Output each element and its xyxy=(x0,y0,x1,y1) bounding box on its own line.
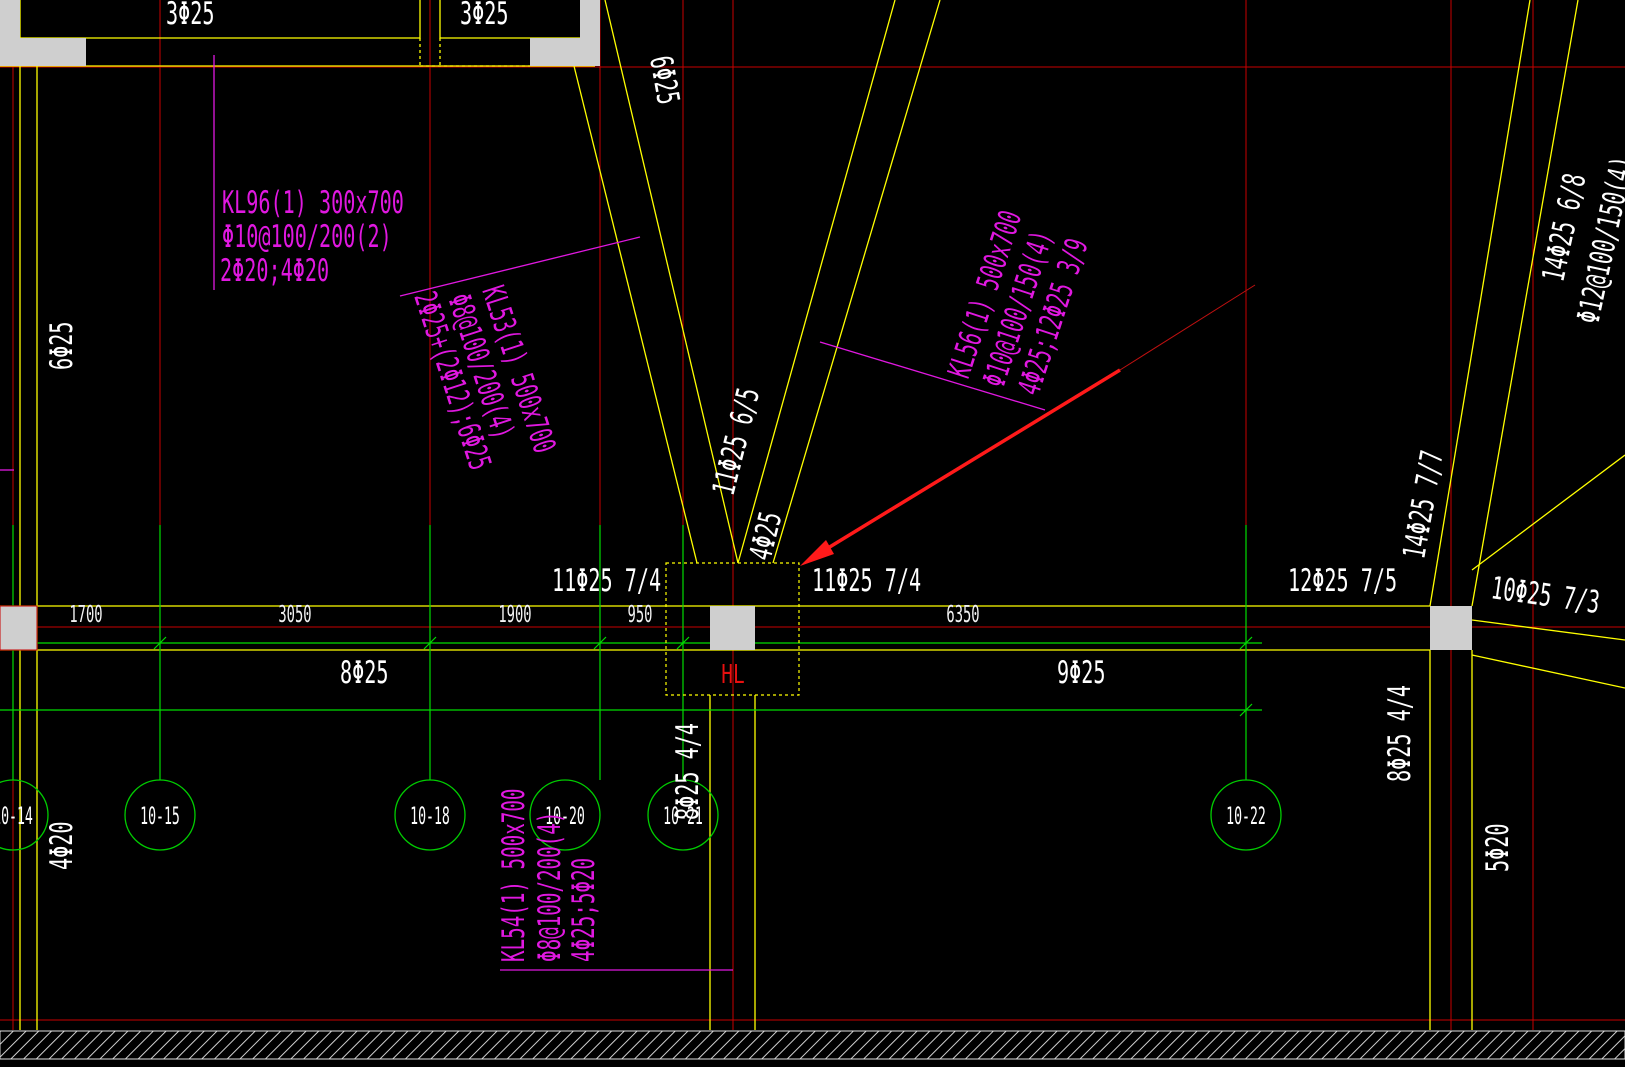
rebar-diag-middle: 11Φ25 6/5 xyxy=(707,385,768,499)
axis-label-10-22: 10-22 xyxy=(1226,802,1266,831)
column-top-left xyxy=(0,0,86,66)
kl54-line2: Φ8@100/200(4) xyxy=(532,812,568,962)
rebar-bottom-left: 8Φ25 xyxy=(340,656,388,692)
dimension-950: 950 xyxy=(628,601,653,628)
rebar-right-bottom: 5Φ20 xyxy=(1481,824,1517,872)
rebar-left-bottom: 4Φ20 xyxy=(45,822,81,870)
axis-label-10-15: 10-15 xyxy=(140,802,180,831)
dimension-3050: 3050 xyxy=(278,601,311,628)
rebar-beam-left: 11Φ25 7/4 xyxy=(552,564,661,600)
column-top-mid xyxy=(530,0,600,66)
axis-labels: 10-14 10-15 10-18 10-20 10-21 10-22 xyxy=(0,802,1266,831)
kl54-line1: KL54(1) 500x700 xyxy=(496,788,532,962)
ground-hatch xyxy=(0,1030,1625,1060)
column-right xyxy=(1430,606,1472,650)
kl96-line2: Φ10@100/200(2) xyxy=(222,220,392,256)
rebar-hl-below: 8Φ25 4/4 xyxy=(671,723,707,820)
rebar-top-left: 3Φ25 xyxy=(166,0,214,32)
dimension-6350: 6350 xyxy=(946,601,979,628)
kl96-line1: KL96(1) 300x700 xyxy=(222,186,404,222)
rebar-labels: 3Φ25 3Φ25 6Φ25 4Φ20 6Φ25 11Φ25 6/5 4Φ25 … xyxy=(45,0,1625,872)
rebar-left-vertical: 6Φ25 xyxy=(45,322,81,370)
rebar-bottom-right: 9Φ25 xyxy=(1057,656,1105,692)
beam-outlines xyxy=(0,0,1625,1030)
rebar-diag-top: 6Φ25 xyxy=(642,53,685,107)
axis-bubbles xyxy=(0,779,1282,851)
axis-label-10-18: 10-18 xyxy=(410,802,450,831)
axis-lines xyxy=(0,0,1625,1030)
dimension-1900: 1900 xyxy=(498,601,531,628)
rebar-top-mid: 3Φ25 xyxy=(460,0,508,32)
rebar-right-col-below: 8Φ25 4/4 xyxy=(1383,685,1419,782)
rebar-far-right: 10Φ25 7/3 xyxy=(1489,571,1602,621)
rebar-beam-right: 11Φ25 7/4 xyxy=(812,564,921,600)
kl54-line3: 4Φ25;5Φ20 xyxy=(566,858,602,962)
column-hl xyxy=(710,606,755,650)
hl-label: HL xyxy=(721,660,744,689)
column-left-main xyxy=(0,605,38,651)
rebar-beam-far-right: 12Φ25 7/5 xyxy=(1288,564,1397,600)
cad-drawing-canvas[interactable]: 10-14 10-15 10-18 10-20 10-21 10-22 1700… xyxy=(0,0,1625,1067)
rebar-right-col-diag: 14Φ25 7/7 xyxy=(1397,448,1451,562)
axis-label-10-14: 10-14 xyxy=(0,802,33,831)
kl96-line3: 2Φ20;4Φ20 xyxy=(220,254,329,290)
dimension-1700: 1700 xyxy=(69,601,102,628)
